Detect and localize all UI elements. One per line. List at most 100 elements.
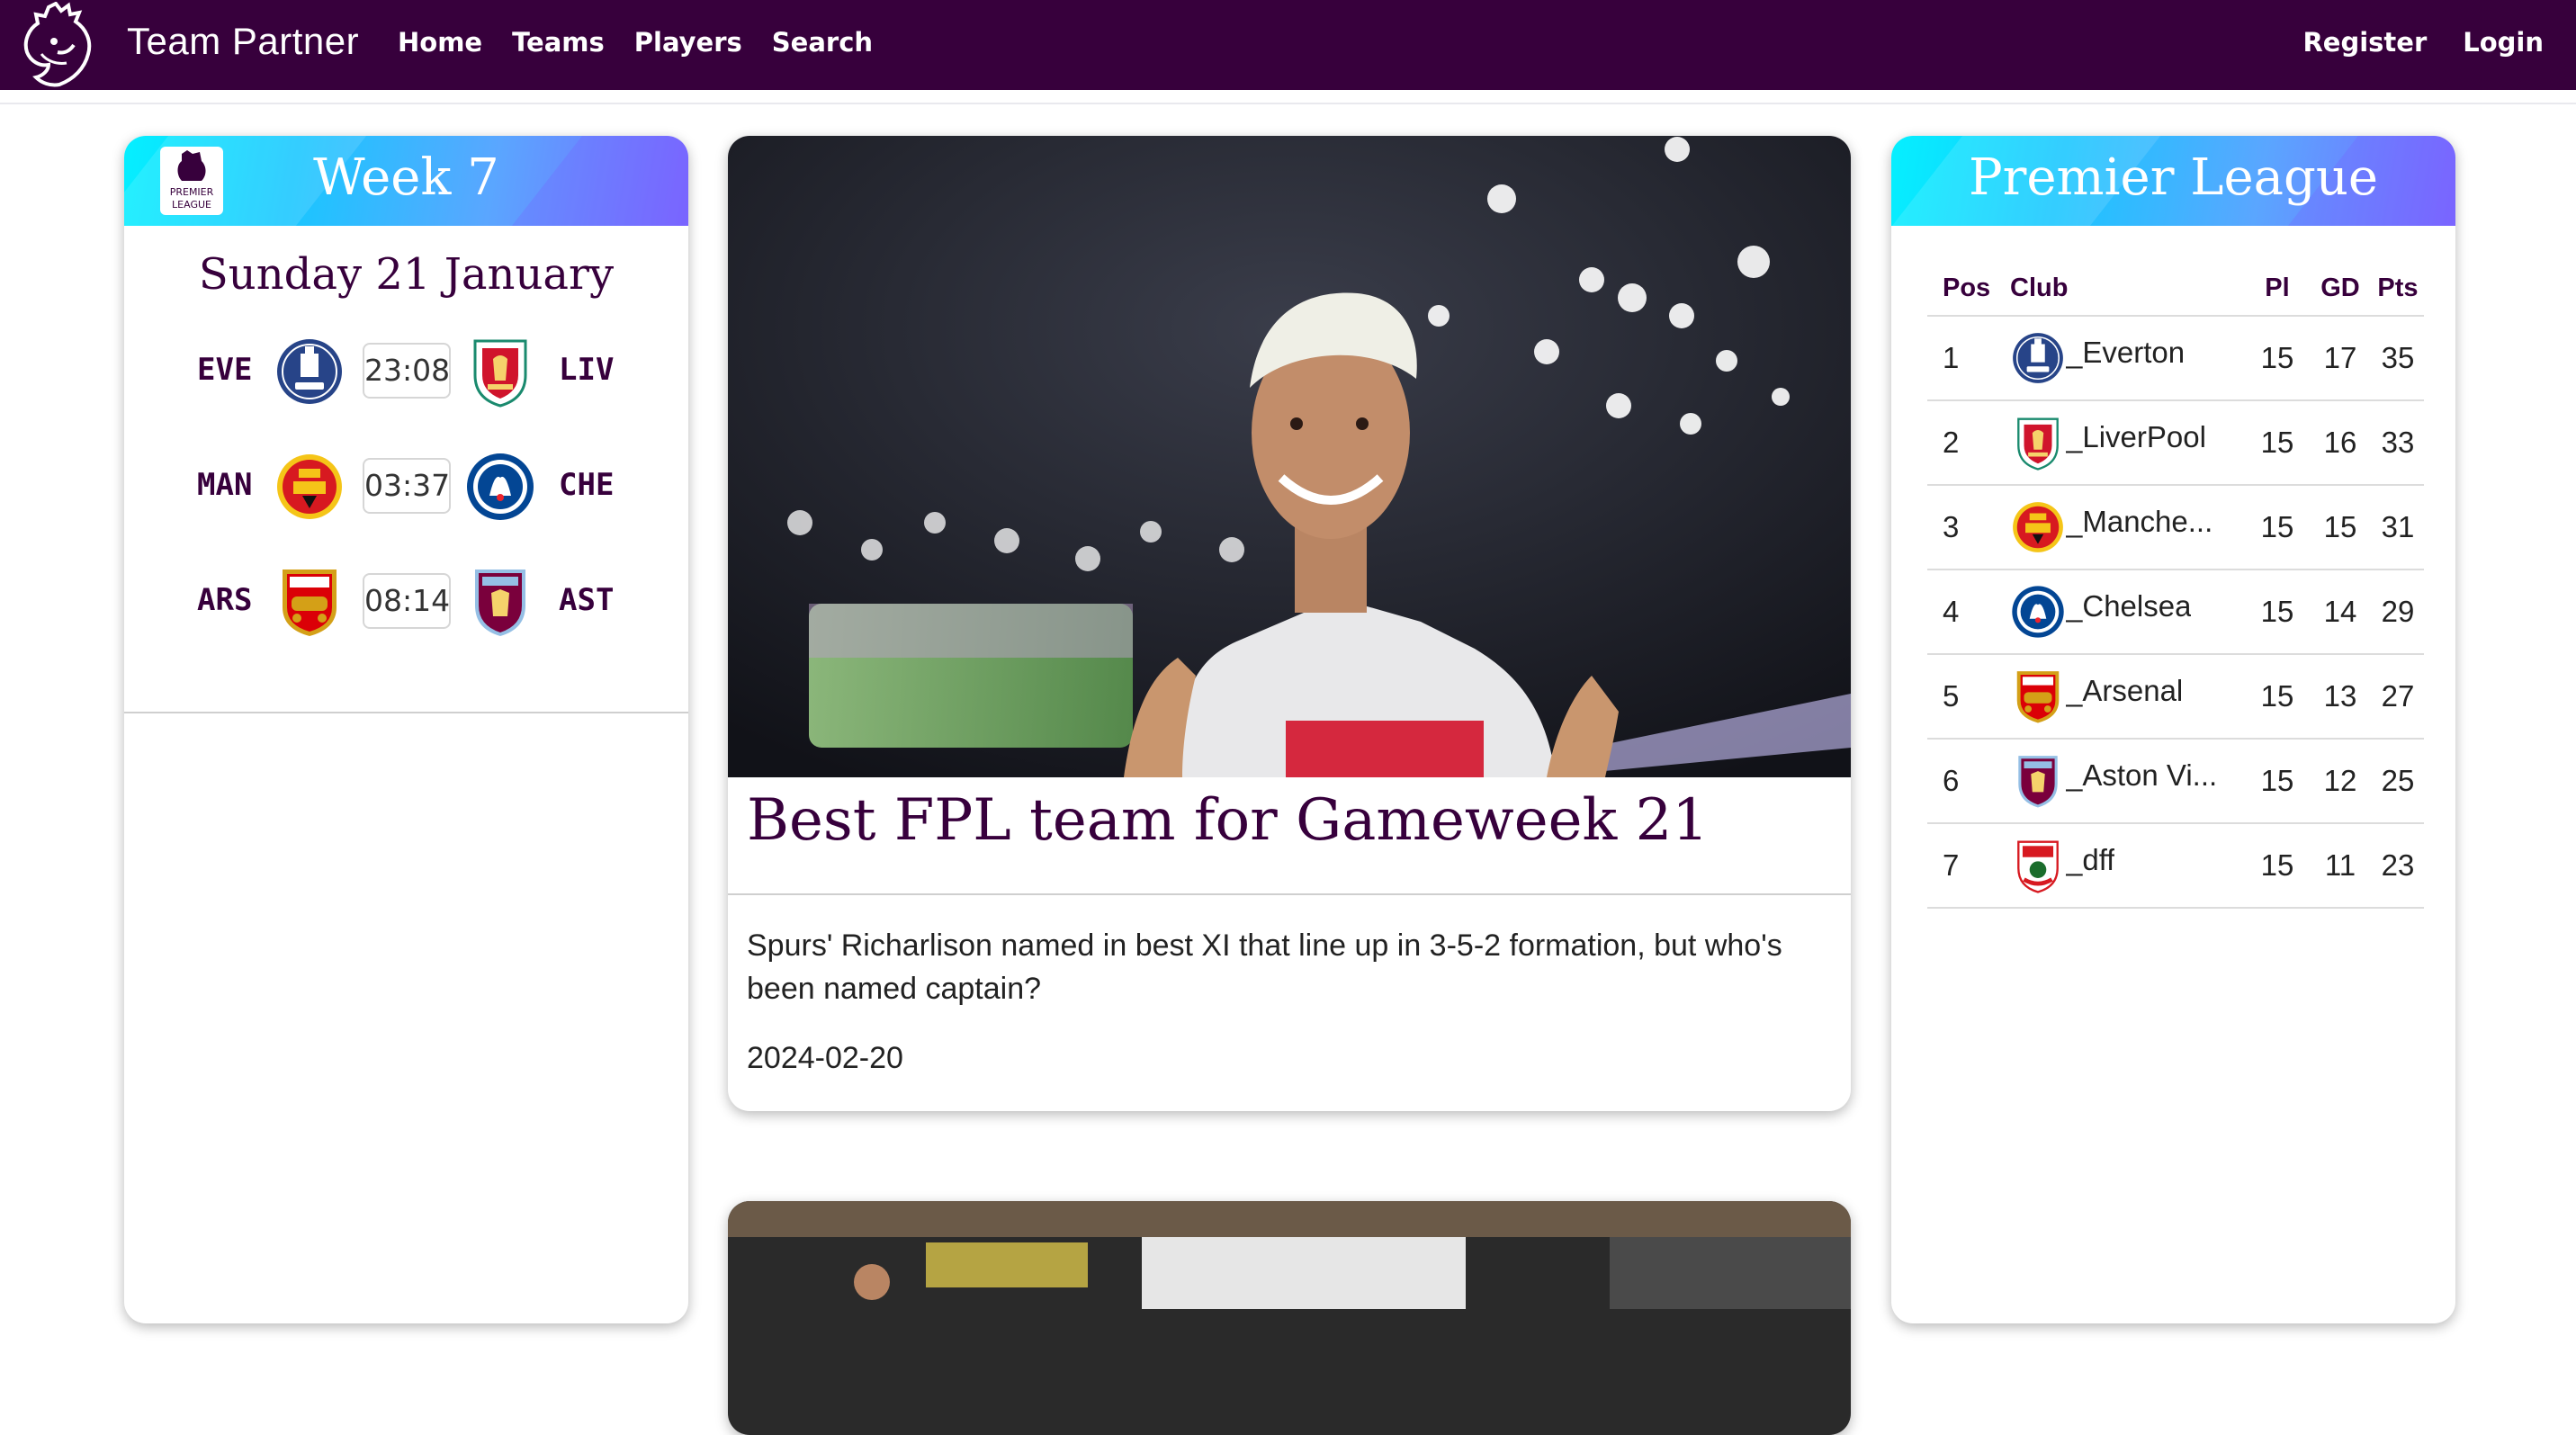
premier-league-lion-logo[interactable] <box>18 2 95 88</box>
away-team-code: AST <box>559 582 615 618</box>
club-name[interactable]: Aston Vi... <box>2066 758 2217 793</box>
position-cell: 2 <box>1927 400 2010 486</box>
position-cell: 5 <box>1927 654 2010 740</box>
goal-difference-cell: 17 <box>2309 316 2372 401</box>
table-row[interactable]: 7 dff 15 11 23 <box>1927 823 2424 909</box>
news-card[interactable]: Best FPL team for Gameweek 21 Spurs' Ric… <box>728 136 1851 1111</box>
news-summary: Spurs' Richarlison named in best XI that… <box>747 928 1782 1006</box>
main-nav: Home Teams Players Search <box>398 27 902 58</box>
points-cell: 35 <box>2372 316 2424 401</box>
kickoff-time: 08:14 <box>363 573 451 629</box>
goal-difference-header[interactable]: GD <box>2309 262 2372 317</box>
position-cell: 7 <box>1927 823 2010 909</box>
login-link[interactable]: Login <box>2463 27 2544 58</box>
goal-difference-cell: 16 <box>2309 400 2372 486</box>
standings-card-header: Premier League <box>1891 136 2455 226</box>
goal-difference-cell: 13 <box>2309 654 2372 740</box>
nav-search-link[interactable]: Search <box>772 27 873 58</box>
fixtures-card-header: PREMIER LEAGUE Week 7 <box>124 136 688 226</box>
man-utd-crest-icon <box>275 451 344 523</box>
played-cell: 15 <box>2246 316 2309 401</box>
news-date: 2024-02-20 <box>747 1041 903 1075</box>
southampton-crest-icon <box>2010 838 2066 893</box>
liverpool-crest-icon <box>2010 415 2066 471</box>
played-cell: 15 <box>2246 654 2309 740</box>
club-name[interactable]: Arsenal <box>2066 674 2183 708</box>
club-name[interactable]: LiverPool <box>2066 420 2206 454</box>
top-navbar: Team Partner Home Teams Players Search R… <box>0 0 2576 90</box>
club-name[interactable]: Everton <box>2066 336 2185 370</box>
goal-difference-cell: 11 <box>2309 823 2372 909</box>
club-name[interactable]: Manche... <box>2066 505 2212 539</box>
position-cell: 6 <box>1927 739 2010 824</box>
fixture-row[interactable]: EVE 23:08 LIV <box>124 336 688 408</box>
home-team-code: EVE <box>197 352 253 388</box>
brand-name[interactable]: Team Partner <box>127 20 359 63</box>
position-cell: 3 <box>1927 485 2010 570</box>
goal-difference-cell: 14 <box>2309 570 2372 655</box>
fixture-row[interactable]: ARS 08:14 AST <box>124 566 688 638</box>
home-team-code: MAN <box>197 467 253 503</box>
week-title: Week 7 <box>313 148 499 207</box>
played-header[interactable]: Pl <box>2246 262 2309 317</box>
auth-nav: Register Login <box>2266 27 2544 58</box>
fixture-row[interactable]: MAN 03:37 CHE <box>124 451 688 523</box>
away-team-code: CHE <box>559 467 615 503</box>
liverpool-crest-icon <box>466 336 534 408</box>
nav-home-link[interactable]: Home <box>398 27 482 58</box>
arsenal-crest-icon <box>2010 668 2066 724</box>
table-row[interactable]: 4 Chelsea 15 14 29 <box>1927 570 2424 655</box>
club-name[interactable]: Chelsea <box>2066 589 2191 623</box>
standings-table: Pos Club Pl GD Pts 1 Everton 15 17 35 2 … <box>1927 262 2424 909</box>
standings-card: Premier League Pos Club Pl GD Pts 1 Ever… <box>1891 136 2455 1323</box>
points-cell: 27 <box>2372 654 2424 740</box>
table-row[interactable]: 2 LiverPool 15 16 33 <box>1927 400 2424 486</box>
points-header[interactable]: Pts <box>2372 262 2424 317</box>
club-name[interactable]: dff <box>2066 843 2114 877</box>
club-header[interactable]: Club <box>2010 262 2246 317</box>
nav-teams-link[interactable]: Teams <box>512 27 605 58</box>
everton-crest-icon <box>2010 330 2066 386</box>
points-cell: 23 <box>2372 823 2424 909</box>
aston-villa-crest-icon <box>2010 753 2066 809</box>
news-card[interactable] <box>728 1201 1851 1435</box>
table-row[interactable]: 5 Arsenal 15 13 27 <box>1927 654 2424 740</box>
away-team-code: LIV <box>559 352 615 388</box>
points-cell: 29 <box>2372 570 2424 655</box>
pos-header[interactable]: Pos <box>1927 262 2010 317</box>
points-cell: 31 <box>2372 485 2424 570</box>
played-cell: 15 <box>2246 739 2309 824</box>
league-title: Premier League <box>1968 148 2379 207</box>
everton-crest-icon <box>275 336 344 408</box>
nav-players-link[interactable]: Players <box>634 27 742 58</box>
kickoff-time: 03:37 <box>363 458 451 514</box>
fixtures-divider <box>124 712 688 713</box>
played-cell: 15 <box>2246 570 2309 655</box>
position-cell: 4 <box>1927 570 2010 655</box>
table-row[interactable]: 1 Everton 15 17 35 <box>1927 316 2424 401</box>
played-cell: 15 <box>2246 400 2309 486</box>
played-cell: 15 <box>2246 823 2309 909</box>
news-divider <box>728 893 1851 895</box>
points-cell: 33 <box>2372 400 2424 486</box>
nav-divider <box>0 103 2576 104</box>
player-celebration-photo[interactable] <box>728 136 1851 777</box>
aston-villa-crest-icon <box>466 566 534 638</box>
goal-difference-cell: 12 <box>2309 739 2372 824</box>
chelsea-crest-icon <box>2010 584 2066 640</box>
table-row[interactable]: 3 Manche... 15 15 31 <box>1927 485 2424 570</box>
points-cell: 25 <box>2372 739 2424 824</box>
chelsea-crest-icon <box>466 451 534 523</box>
goal-difference-cell: 15 <box>2309 485 2372 570</box>
standings-header-row: Pos Club Pl GD Pts <box>1927 262 2424 317</box>
kickoff-time: 23:08 <box>363 343 451 399</box>
fixtures-card: PREMIER LEAGUE Week 7 Sunday 21 January … <box>124 136 688 1323</box>
news-stadium-photo[interactable] <box>728 1201 1851 1435</box>
match-date: Sunday 21 January <box>198 249 615 300</box>
table-row[interactable]: 6 Aston Vi... 15 12 25 <box>1927 739 2424 824</box>
news-headline[interactable]: Best FPL team for Gameweek 21 <box>747 787 1709 854</box>
position-cell: 1 <box>1927 316 2010 401</box>
played-cell: 15 <box>2246 485 2309 570</box>
register-link[interactable]: Register <box>2302 27 2427 58</box>
man-utd-crest-icon <box>2010 499 2066 555</box>
